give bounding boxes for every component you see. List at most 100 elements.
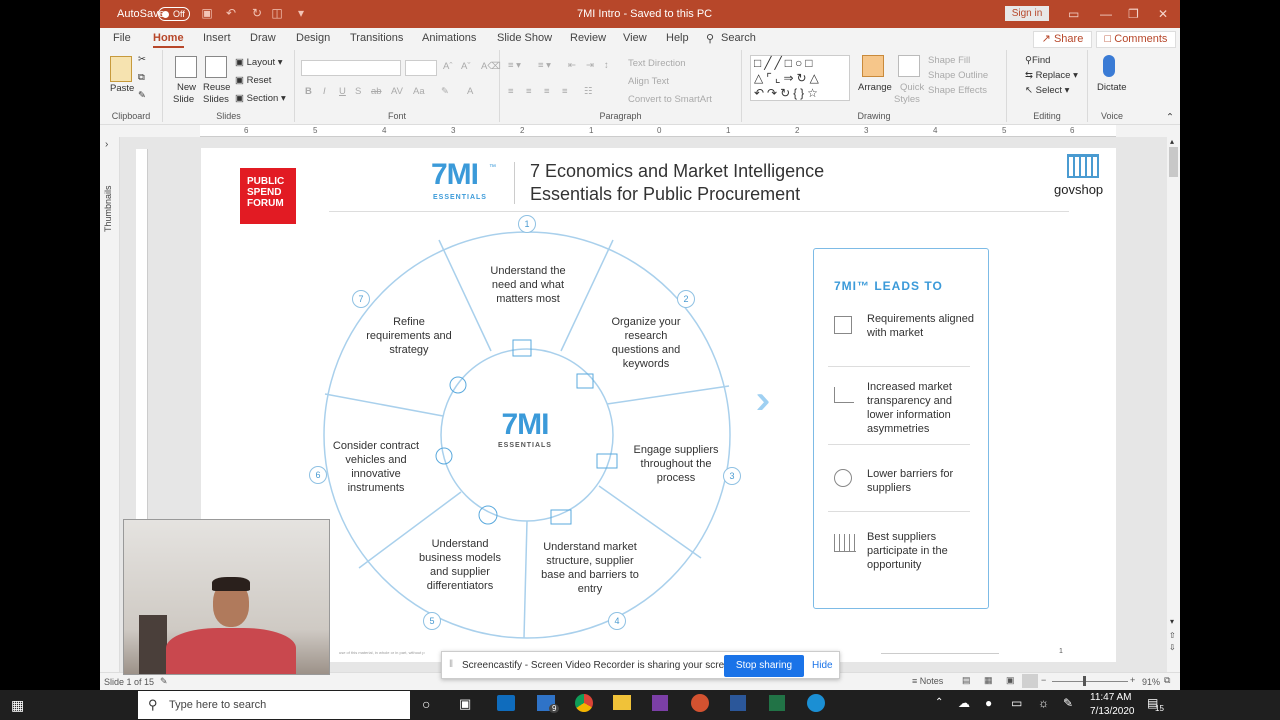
microphone-icon[interactable] bbox=[1103, 55, 1115, 77]
bullets-icon[interactable]: ≡ ▾ bbox=[508, 60, 521, 71]
shape-fill-button[interactable]: Shape Fill bbox=[928, 55, 970, 66]
align-text-button[interactable]: Align Text bbox=[628, 76, 669, 87]
ribbon-display-options-icon[interactable]: ▭ bbox=[1068, 7, 1079, 21]
bold-icon[interactable]: B bbox=[305, 86, 312, 97]
slideshow-view-icon[interactable] bbox=[1022, 674, 1038, 688]
clock-time[interactable]: 11:47 AM bbox=[1090, 692, 1132, 703]
onedrive-icon[interactable]: ☁ bbox=[958, 696, 970, 710]
format-painter-icon[interactable]: ✎ bbox=[138, 90, 146, 101]
char-spacing-icon[interactable]: AV bbox=[391, 86, 403, 97]
select-button[interactable]: ↖ Select ▾ bbox=[1025, 85, 1069, 96]
dictate-button[interactable]: Dictate bbox=[1097, 82, 1127, 93]
file-explorer-icon[interactable] bbox=[613, 695, 631, 710]
reset-button[interactable]: ▣ Reset bbox=[235, 75, 271, 86]
increase-indent-icon[interactable]: ⇥ bbox=[586, 60, 594, 71]
highlight-icon[interactable]: ✎ bbox=[441, 86, 449, 97]
zoom-out-icon[interactable]: − bbox=[1041, 675, 1046, 685]
comments-button[interactable]: □ Comments bbox=[1096, 31, 1176, 48]
close-icon[interactable]: ✕ bbox=[1158, 7, 1168, 21]
fit-to-window-icon[interactable]: ⧉ bbox=[1164, 675, 1170, 686]
shadow-icon[interactable]: S bbox=[355, 86, 361, 97]
autosave-toggle[interactable]: Off bbox=[158, 7, 190, 21]
copy-icon[interactable]: ⧉ bbox=[138, 72, 145, 83]
tab-help[interactable]: Help bbox=[666, 32, 689, 44]
shape-effects-button[interactable]: Shape Effects bbox=[928, 85, 987, 96]
sign-in-button[interactable]: Sign in bbox=[1005, 6, 1049, 21]
minimize-icon[interactable]: — bbox=[1100, 7, 1112, 21]
slide-1[interactable]: PUBLIC SPEND FORUM 7MI ™ ESSENTIALS 7 Ec… bbox=[201, 148, 1116, 662]
microphone-tray-icon[interactable]: ● bbox=[985, 696, 992, 710]
scroll-up-icon[interactable]: ▴ bbox=[1170, 137, 1174, 146]
taskbar-search-box[interactable]: ⚲ Type here to search bbox=[138, 691, 410, 719]
vertical-scrollbar[interactable]: ▴ ▾ ⇧ ⇩ bbox=[1167, 137, 1180, 672]
expand-thumbnails-icon[interactable]: › bbox=[105, 139, 108, 150]
powerpoint-icon[interactable] bbox=[691, 694, 709, 712]
font-size-select[interactable] bbox=[405, 60, 437, 76]
increase-font-icon[interactable]: Aˆ bbox=[443, 61, 453, 72]
text-direction-button[interactable]: Text Direction bbox=[628, 58, 686, 69]
quick-styles-button[interactable]: Quick bbox=[900, 82, 924, 93]
tab-home[interactable]: Home bbox=[153, 32, 184, 48]
zoom-slider-thumb[interactable] bbox=[1083, 676, 1086, 686]
cortana-icon[interactable]: ○ bbox=[422, 696, 430, 712]
collapse-ribbon-icon[interactable]: ⌃ bbox=[1166, 112, 1174, 123]
arrange-icon[interactable] bbox=[862, 55, 884, 77]
italic-icon[interactable]: I bbox=[323, 86, 326, 97]
stop-sharing-button[interactable]: Stop sharing bbox=[724, 655, 804, 677]
reuse-slides-button[interactable]: Reuse bbox=[203, 82, 230, 93]
align-right-icon[interactable]: ≡ bbox=[544, 86, 550, 97]
show-hidden-icons-icon[interactable]: ⌃ bbox=[935, 697, 943, 708]
paste-icon[interactable] bbox=[110, 56, 132, 82]
reuse-slides-button-line2[interactable]: Slides bbox=[203, 94, 229, 105]
outlook-icon[interactable] bbox=[497, 695, 515, 711]
underline-icon[interactable]: U bbox=[339, 86, 346, 97]
pen-icon[interactable]: ✎ bbox=[1063, 696, 1073, 710]
word-icon[interactable] bbox=[730, 695, 746, 711]
tab-view[interactable]: View bbox=[623, 32, 647, 44]
tab-insert[interactable]: Insert bbox=[203, 32, 231, 44]
tab-design[interactable]: Design bbox=[296, 32, 330, 44]
edge-icon[interactable] bbox=[807, 694, 825, 712]
task-view-icon[interactable]: ▣ bbox=[459, 696, 471, 712]
share-button[interactable]: ↗ Share bbox=[1033, 31, 1092, 48]
tab-transitions[interactable]: Transitions bbox=[350, 32, 403, 44]
reading-view-icon[interactable]: ▣ bbox=[1006, 675, 1015, 686]
save-icon[interactable]: ▣ bbox=[200, 6, 214, 20]
wifi-icon[interactable]: ☼ bbox=[1038, 696, 1049, 710]
replace-button[interactable]: ⇆ Replace ▾ bbox=[1025, 70, 1078, 81]
windows-start-icon[interactable]: ▦ bbox=[11, 697, 24, 714]
zoom-level[interactable]: 91% bbox=[1142, 677, 1160, 687]
section-button[interactable]: ▣ Section ▾ bbox=[235, 93, 286, 104]
cut-icon[interactable]: ✂ bbox=[138, 54, 146, 65]
tab-animations[interactable]: Animations bbox=[422, 32, 476, 44]
strikethrough-icon[interactable]: ab bbox=[371, 86, 382, 97]
drag-handle-icon[interactable]: ‖ bbox=[449, 659, 453, 670]
maximize-icon[interactable]: ❐ bbox=[1128, 7, 1139, 21]
start-slideshow-icon[interactable]: ◫ bbox=[270, 6, 284, 20]
quick-styles-icon[interactable] bbox=[898, 55, 920, 77]
justify-icon[interactable]: ≡ bbox=[562, 86, 568, 97]
tab-draw[interactable]: Draw bbox=[250, 32, 276, 44]
redo-icon[interactable]: ↻ bbox=[250, 6, 264, 20]
font-family-select[interactable] bbox=[301, 60, 401, 76]
find-button[interactable]: ⚲Find bbox=[1025, 55, 1050, 66]
scroll-down-icon[interactable]: ▾ bbox=[1170, 617, 1174, 626]
tab-review[interactable]: Review bbox=[570, 32, 606, 44]
decrease-indent-icon[interactable]: ⇤ bbox=[568, 60, 576, 71]
chrome-icon[interactable] bbox=[575, 694, 593, 712]
reuse-slides-icon[interactable] bbox=[205, 56, 227, 78]
align-center-icon[interactable]: ≡ bbox=[526, 86, 532, 97]
battery-icon[interactable]: ▭ bbox=[1011, 696, 1022, 710]
convert-smartart-button[interactable]: Convert to SmartArt bbox=[628, 94, 712, 105]
arrange-button[interactable]: Arrange bbox=[858, 82, 892, 93]
clock-date[interactable]: 7/13/2020 bbox=[1090, 706, 1135, 717]
tab-slide-show[interactable]: Slide Show bbox=[497, 32, 552, 44]
excel-icon[interactable] bbox=[769, 695, 785, 711]
numbering-icon[interactable]: ≡ ▾ bbox=[538, 60, 551, 71]
quick-styles-button-line2[interactable]: Styles bbox=[894, 94, 920, 105]
columns-icon[interactable]: ☷ bbox=[584, 86, 593, 97]
shapes-gallery[interactable]: □╱╱□○□ △⌜⌞⇒↻△ ↶↷↻{}☆ bbox=[750, 55, 850, 101]
change-case-icon[interactable]: Aa bbox=[413, 86, 425, 97]
clear-format-icon[interactable]: A⌫ bbox=[481, 61, 501, 72]
font-color-icon[interactable]: A bbox=[467, 86, 473, 97]
